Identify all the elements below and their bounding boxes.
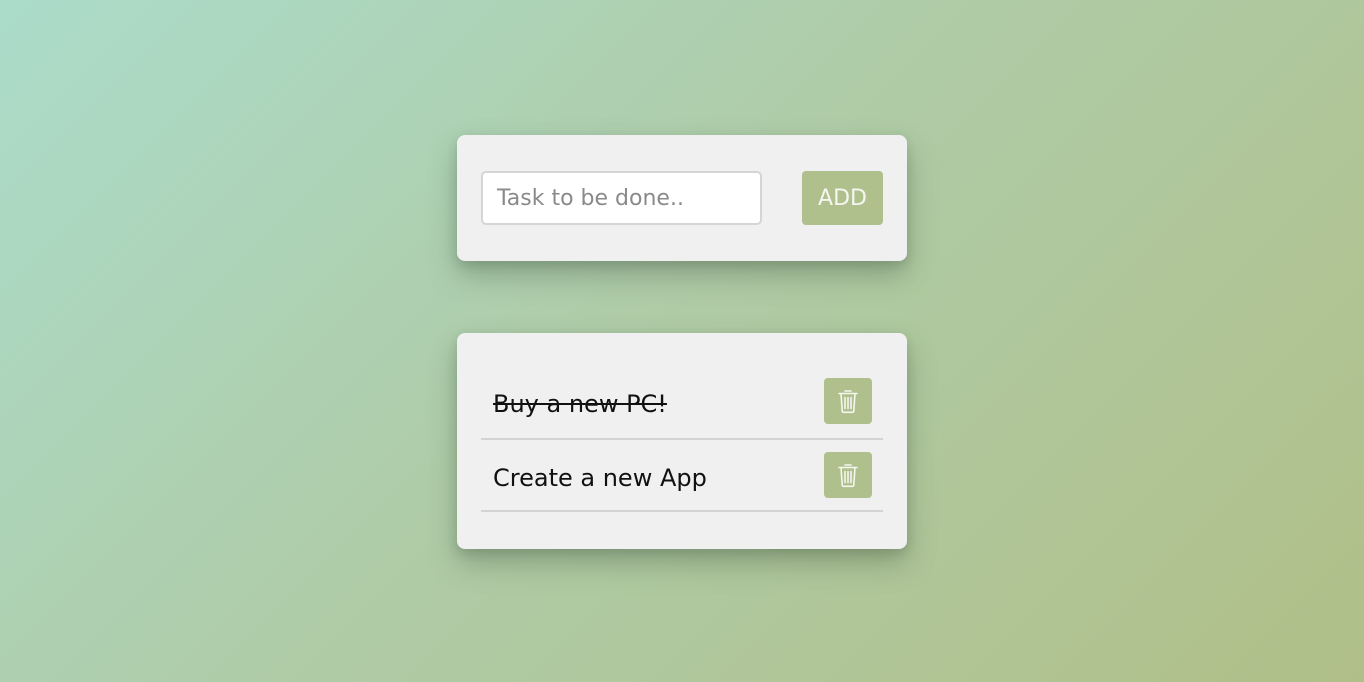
todo-item: Buy a new PC! xyxy=(481,363,883,440)
trash-icon xyxy=(838,389,858,413)
task-input[interactable] xyxy=(481,171,762,225)
todo-list: Buy a new PC! Create a new App xyxy=(481,363,883,512)
add-button[interactable]: ADD xyxy=(802,171,883,225)
todo-text[interactable]: Buy a new PC! xyxy=(493,384,667,418)
delete-button[interactable] xyxy=(824,452,872,498)
trash-icon xyxy=(838,464,858,488)
add-task-card: ADD xyxy=(457,135,907,261)
todo-item: Create a new App xyxy=(481,440,883,512)
todo-list-card: Buy a new PC! Create a new App xyxy=(457,333,907,549)
todo-text[interactable]: Create a new App xyxy=(493,458,707,492)
delete-button[interactable] xyxy=(824,377,872,424)
